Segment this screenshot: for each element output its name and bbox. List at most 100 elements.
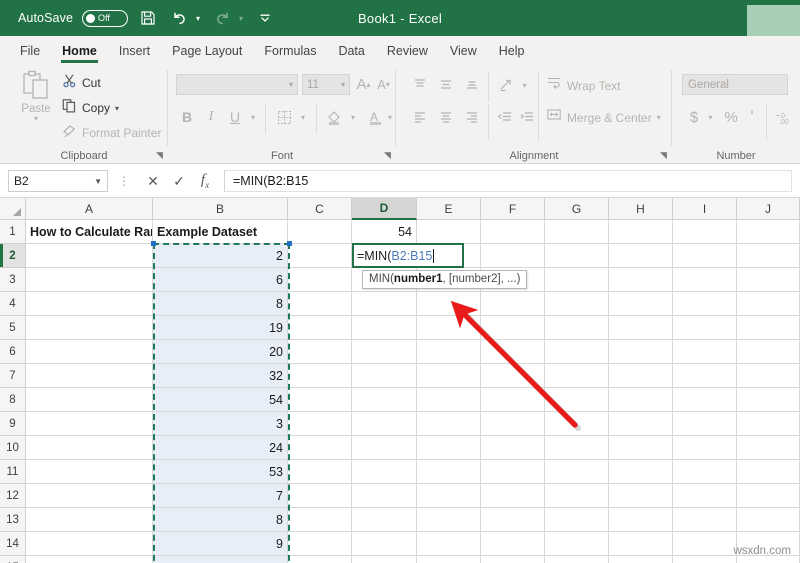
cell-G2[interactable] [545,244,609,268]
cell-G9[interactable] [545,412,609,436]
cell-G15[interactable] [545,556,609,563]
cell-F2[interactable] [481,244,545,268]
cell-E4[interactable] [417,292,481,316]
cell-I14[interactable] [673,532,737,556]
decrease-font-size-icon[interactable]: A ▾ [374,74,393,95]
cell-J6[interactable] [737,340,800,364]
cell-I6[interactable] [673,340,737,364]
cell-G4[interactable] [545,292,609,316]
cell-J4[interactable] [737,292,800,316]
currency-dropdown-caret-icon[interactable]: ▾ [704,106,717,128]
cell-G12[interactable] [545,484,609,508]
cell-A10[interactable] [26,436,153,460]
cell-D12[interactable] [352,484,417,508]
cell-H9[interactable] [609,412,673,436]
cell-J2[interactable] [737,244,800,268]
cell-C12[interactable] [288,484,352,508]
row-header-5[interactable]: 5 [0,316,26,340]
cell-H6[interactable] [609,340,673,364]
cell-B15[interactable]: 10 [153,556,288,563]
cell-G5[interactable] [545,316,609,340]
row-header-12[interactable]: 12 [0,484,26,508]
cell-E12[interactable] [417,484,481,508]
underline-button[interactable]: U [224,106,246,128]
cell-B14[interactable]: 9 [153,532,288,556]
cell-I13[interactable] [673,508,737,532]
tab-review[interactable]: Review [377,41,438,60]
alignment-dialog-launcher-icon[interactable]: ◥ [658,150,669,161]
bold-button[interactable]: B [176,106,198,128]
cell-B8[interactable]: 54 [153,388,288,412]
row-header-14[interactable]: 14 [0,532,26,556]
account-area[interactable] [747,5,800,39]
row-header-1[interactable]: 1 [0,220,26,244]
row-header-8[interactable]: 8 [0,388,26,412]
cell-C13[interactable] [288,508,352,532]
cell-J9[interactable] [737,412,800,436]
cell-D11[interactable] [352,460,417,484]
column-header-H[interactable]: H [609,198,673,220]
cell-D2-editor[interactable]: =MIN(B2:B15 [352,243,464,268]
cell-J15[interactable] [737,556,800,563]
cell-D14[interactable] [352,532,417,556]
insert-function-icon[interactable]: fx [192,172,218,190]
cell-B4[interactable]: 8 [153,292,288,316]
cell-B10[interactable]: 24 [153,436,288,460]
row-header-6[interactable]: 6 [0,340,26,364]
cancel-icon[interactable]: ✕ [140,173,166,190]
align-right-icon[interactable] [460,106,484,128]
cell-A9[interactable] [26,412,153,436]
comma-style-button[interactable]: ' [742,106,762,128]
tab-page-layout[interactable]: Page Layout [162,41,252,60]
font-color-icon[interactable]: A [364,106,386,128]
cell-H5[interactable] [609,316,673,340]
tab-data[interactable]: Data [328,41,374,60]
cell-E5[interactable] [417,316,481,340]
confirm-checkmark-icon[interactable]: ✓ [166,173,192,190]
cell-D10[interactable] [352,436,417,460]
text-orientation-icon[interactable] [494,74,518,96]
align-top-icon[interactable] [408,74,432,96]
cell-A13[interactable] [26,508,153,532]
cell-E7[interactable] [417,364,481,388]
cell-J10[interactable] [737,436,800,460]
merge-dropdown-caret-icon[interactable]: ▾ [657,114,661,122]
save-icon[interactable] [137,7,159,29]
cell-C4[interactable] [288,292,352,316]
cell-I4[interactable] [673,292,737,316]
cell-E15[interactable] [417,556,481,563]
cell-D13[interactable] [352,508,417,532]
cell-J8[interactable] [737,388,800,412]
tab-file[interactable]: File [10,41,50,60]
cell-G8[interactable] [545,388,609,412]
number-format-combo[interactable]: General [682,74,788,95]
cell-J12[interactable] [737,484,800,508]
percent-format-button[interactable]: % [720,106,742,128]
align-bottom-icon[interactable] [460,74,484,96]
cell-I1[interactable] [673,220,737,244]
cell-J13[interactable] [737,508,800,532]
cell-C9[interactable] [288,412,352,436]
cell-C2[interactable] [288,244,352,268]
undo-icon[interactable] [168,7,190,29]
cell-I3[interactable] [673,268,737,292]
cell-G1[interactable] [545,220,609,244]
cell-E10[interactable] [417,436,481,460]
cell-C15[interactable] [288,556,352,563]
name-box[interactable]: B2 ▼ [8,170,108,192]
cell-H11[interactable] [609,460,673,484]
align-middle-icon[interactable] [434,74,458,96]
cell-E14[interactable] [417,532,481,556]
cell-F10[interactable] [481,436,545,460]
row-header-11[interactable]: 11 [0,460,26,484]
cell-B2[interactable]: 2 [153,244,288,268]
row-header-4[interactable]: 4 [0,292,26,316]
cell-J1[interactable] [737,220,800,244]
cell-H4[interactable] [609,292,673,316]
cell-I9[interactable] [673,412,737,436]
copy-button[interactable]: Copy ▾ [62,98,119,118]
cell-B3[interactable]: 6 [153,268,288,292]
cell-B1[interactable]: Example Dataset [153,220,288,244]
column-header-G[interactable]: G [545,198,609,220]
fill-color-dropdown-caret-icon[interactable]: ▾ [346,106,360,128]
